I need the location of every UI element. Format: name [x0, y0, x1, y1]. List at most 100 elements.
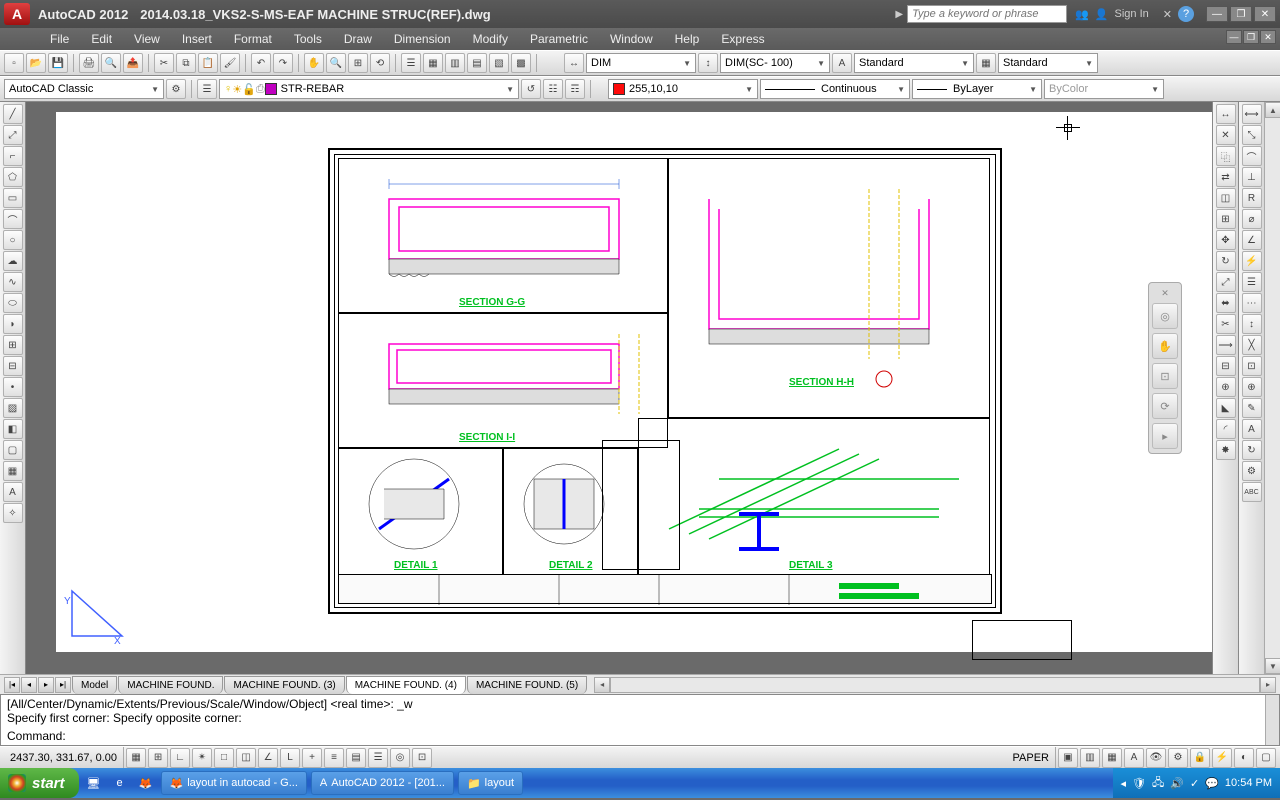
task-autocad[interactable]: A AutoCAD 2012 - [201...: [311, 771, 454, 795]
task-explorer[interactable]: 📁 layout: [458, 771, 523, 795]
orbit-nav-button[interactable]: ⟳: [1152, 393, 1178, 419]
close-button[interactable]: ✕: [1254, 6, 1276, 22]
doc-close[interactable]: ✕: [1260, 30, 1276, 44]
tab-layout-1[interactable]: MACHINE FOUND.: [118, 676, 223, 694]
dim-angular[interactable]: ∠: [1242, 230, 1262, 250]
dim-linear[interactable]: ⟷: [1242, 104, 1262, 124]
system-tray[interactable]: ◂ 🛡 🖧 🔊 ✓ 💬 10:54 PM: [1113, 768, 1280, 798]
tab-layout-3[interactable]: MACHINE FOUND. (4): [346, 676, 466, 694]
centermark-tool[interactable]: ⊕: [1242, 377, 1262, 397]
hardware-accel[interactable]: ⚡: [1212, 748, 1232, 768]
quicklaunch-ie[interactable]: e: [109, 771, 131, 795]
tab-layout-4[interactable]: MACHINE FOUND. (5): [467, 676, 587, 694]
chamfer-tool[interactable]: ◣: [1216, 398, 1236, 418]
command-line[interactable]: [All/Center/Dynamic/Extents/Previous/Sca…: [0, 694, 1280, 746]
dim-arc[interactable]: ⌒: [1242, 146, 1262, 166]
markup-button[interactable]: ▧: [489, 53, 509, 73]
am-toggle[interactable]: ⊡: [412, 748, 432, 768]
layer-props-button[interactable]: ☰: [197, 79, 217, 99]
polygon-tool[interactable]: ⬠: [3, 167, 23, 187]
snap-toggle[interactable]: ▦: [126, 748, 146, 768]
3dosnap-toggle[interactable]: ◫: [236, 748, 256, 768]
menu-insert[interactable]: Insert: [172, 30, 222, 48]
insert-block-tool[interactable]: ⊞: [3, 335, 23, 355]
help-search-input[interactable]: [907, 5, 1067, 23]
addselected-tool[interactable]: ✧: [3, 503, 23, 523]
zoom-win-button[interactable]: ⊞: [348, 53, 368, 73]
tablestyle-icon[interactable]: ▦: [976, 53, 996, 73]
start-button[interactable]: start: [0, 768, 79, 798]
tab-layout-2[interactable]: MACHINE FOUND. (3): [224, 676, 344, 694]
join-tool[interactable]: ⊕: [1216, 377, 1236, 397]
tablestyle-combo[interactable]: Standard▼: [998, 53, 1098, 73]
dim-radius[interactable]: R: [1242, 188, 1262, 208]
drawing-canvas[interactable]: Y X SECTION G-G: [26, 102, 1212, 674]
vertical-scrollbar[interactable]: ▲ ▼: [1264, 102, 1280, 674]
revcloud-tool[interactable]: ☁: [3, 251, 23, 271]
menu-tools[interactable]: Tools: [284, 30, 332, 48]
tray-msg-icon[interactable]: 💬: [1205, 777, 1219, 790]
dim-style[interactable]: ⚙: [1242, 461, 1262, 481]
matchprop-button[interactable]: 🖌: [220, 53, 240, 73]
tpy-toggle[interactable]: ▤: [346, 748, 366, 768]
fillet-tool[interactable]: ◜: [1216, 419, 1236, 439]
clean-screen[interactable]: ▢: [1256, 748, 1276, 768]
task-firefox[interactable]: 🦊 layout in autocad - G...: [161, 771, 307, 795]
menu-modify[interactable]: Modify: [463, 30, 518, 48]
dim-baseline[interactable]: ☰: [1242, 272, 1262, 292]
cut-button[interactable]: ✂: [154, 53, 174, 73]
dim-space[interactable]: ↕: [1242, 314, 1262, 334]
maxvp-button[interactable]: ▣: [1058, 748, 1078, 768]
otrack-toggle[interactable]: ∠: [258, 748, 278, 768]
layer-combo[interactable]: ♀☀🔓⎙ STR-REBAR▼: [219, 79, 519, 99]
dim-update[interactable]: ↻: [1242, 440, 1262, 460]
dim-ordinate[interactable]: ⊥: [1242, 167, 1262, 187]
workspace-settings[interactable]: ⚙: [166, 79, 186, 99]
dim-edit[interactable]: ✎: [1242, 398, 1262, 418]
dimstyle-combo[interactable]: DIM▼: [586, 53, 696, 73]
tray-av-icon[interactable]: ✓: [1190, 777, 1199, 790]
layer-iso-button[interactable]: ☶: [565, 79, 585, 99]
preview-button[interactable]: 🔍: [101, 53, 121, 73]
scroll-up[interactable]: ▲: [1265, 102, 1280, 118]
annovis-button[interactable]: 👁: [1146, 748, 1166, 768]
trim-tool[interactable]: ✂: [1216, 314, 1236, 334]
help-icon[interactable]: ?: [1178, 6, 1194, 22]
tray-network-icon[interactable]: 🖧: [1152, 774, 1164, 793]
osnap-toggle[interactable]: □: [214, 748, 234, 768]
properties-button[interactable]: ☰: [401, 53, 421, 73]
redo-button[interactable]: ↷: [273, 53, 293, 73]
dcenter-button[interactable]: ▦: [423, 53, 443, 73]
stretch-tool[interactable]: ⬌: [1216, 293, 1236, 313]
new-button[interactable]: ▫: [4, 53, 24, 73]
pan-button[interactable]: ✋: [304, 53, 324, 73]
point-tool[interactable]: •: [3, 377, 23, 397]
space-indicator[interactable]: PAPER: [1007, 747, 1056, 768]
menu-window[interactable]: Window: [600, 30, 663, 48]
navbar-close[interactable]: ✕: [1152, 287, 1178, 299]
rotate-tool[interactable]: ↻: [1216, 251, 1236, 271]
showmotion-button[interactable]: ▸: [1152, 423, 1178, 449]
circle-tool[interactable]: ○: [3, 230, 23, 250]
scroll-right[interactable]: ▸: [1260, 677, 1276, 693]
dim-continue[interactable]: ⋯: [1242, 293, 1262, 313]
ws-switch[interactable]: ⚙: [1168, 748, 1188, 768]
workspace-combo[interactable]: AutoCAD Classic▼: [4, 79, 164, 99]
steering-wheel-button[interactable]: ◎: [1152, 303, 1178, 329]
layer-prev-button[interactable]: ↺: [521, 79, 541, 99]
dim-tedit[interactable]: A: [1242, 419, 1262, 439]
rectangle-tool[interactable]: ▭: [3, 188, 23, 208]
move-tool[interactable]: ✥: [1216, 230, 1236, 250]
qp-toggle[interactable]: ☰: [368, 748, 388, 768]
menu-draw[interactable]: Draw: [334, 30, 382, 48]
quicklaunch-firefox[interactable]: 🦊: [135, 771, 157, 795]
maximize-button[interactable]: ❐: [1230, 6, 1252, 22]
hatch-tool[interactable]: ▨: [3, 398, 23, 418]
tab-prev[interactable]: ◂: [21, 677, 37, 693]
pline-tool[interactable]: ⌐: [3, 146, 23, 166]
open-button[interactable]: 📂: [26, 53, 46, 73]
dimstyle2-combo[interactable]: DIM(SC- 100)▼: [720, 53, 830, 73]
menu-dimension[interactable]: Dimension: [384, 30, 461, 48]
menu-help[interactable]: Help: [665, 30, 710, 48]
quickview-layouts[interactable]: ▥: [1080, 748, 1100, 768]
